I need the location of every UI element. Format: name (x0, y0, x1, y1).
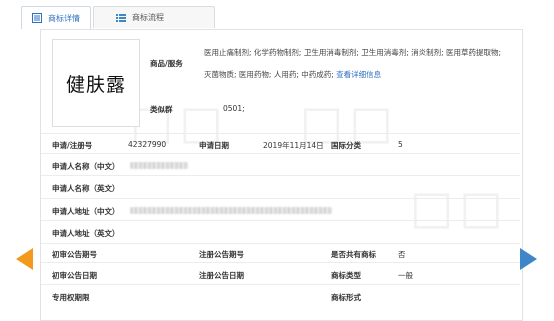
shared-trademark-value: 否 (398, 250, 406, 259)
trademark-form-label: 商标形式 (331, 293, 361, 302)
tab-trademark-process[interactable]: 商标流程 (93, 6, 215, 28)
application-date-value: 2019年11月14日 (263, 141, 324, 150)
applicant-address-en-label: 申请人地址（英文） (52, 229, 120, 238)
application-number-label: 申请/注册号 (52, 141, 93, 150)
row-divider (41, 284, 520, 285)
applicant-address-cn-redacted (130, 207, 332, 214)
intl-class-value: 5 (398, 140, 403, 149)
watermark-pattern: □□ (410, 180, 509, 234)
goods-services-label: 商品/服务 (150, 59, 183, 68)
applicant-name-cn-label: 申请人名称（中文） (52, 162, 120, 171)
row-divider (41, 262, 520, 263)
next-arrow-icon[interactable] (520, 248, 537, 270)
tab-label: 商标流程 (132, 13, 164, 22)
prelim-pub-number-label: 初审公告期号 (52, 250, 97, 259)
row-divider (41, 153, 520, 154)
similar-group-value: 0501; (223, 104, 245, 113)
reg-pub-number-label: 注册公告期号 (199, 250, 244, 259)
goods-services-value: 医用止痛制剂; 化学药物制剂; 卫生用消毒制剂; 卫生用消毒剂; 消炎制剂; 医… (204, 42, 504, 86)
details-list-icon (32, 13, 42, 23)
applicant-name-cn-redacted (130, 162, 188, 169)
application-number-value: 42327990 (128, 140, 167, 149)
shared-trademark-label: 是否共有商标 (331, 250, 376, 259)
application-date-label: 申请日期 (199, 141, 229, 150)
prelim-pub-date-label: 初审公告日期 (52, 271, 97, 280)
trademark-image-text: 健肤露 (65, 73, 126, 96)
applicant-address-cn-label: 申请人地址（中文） (52, 207, 120, 216)
trademark-image: 健肤露 (52, 39, 140, 127)
tab-trademark-details[interactable]: 商标详情 (21, 6, 91, 29)
exclusive-right-period-label: 专用权期限 (52, 293, 90, 302)
row-divider (41, 220, 520, 221)
view-details-link[interactable]: 查看详细信息 (336, 70, 381, 79)
row-divider (41, 133, 520, 134)
row-divider (41, 243, 520, 244)
trademark-type-value: 一般 (398, 271, 413, 280)
similar-group-label: 类似群 (150, 105, 173, 114)
process-list-icon (116, 13, 126, 22)
row-divider (41, 175, 520, 176)
row-divider (41, 198, 520, 199)
intl-class-label: 国际分类 (331, 141, 361, 150)
tab-label: 商标详情 (48, 13, 80, 23)
prev-arrow-icon[interactable] (16, 248, 33, 270)
applicant-name-en-label: 申请人名称（英文） (52, 184, 120, 193)
reg-pub-date-label: 注册公告日期 (199, 271, 244, 280)
tab-bar: 商标详情 商标流程 (21, 6, 217, 29)
trademark-type-label: 商标类型 (331, 271, 361, 280)
